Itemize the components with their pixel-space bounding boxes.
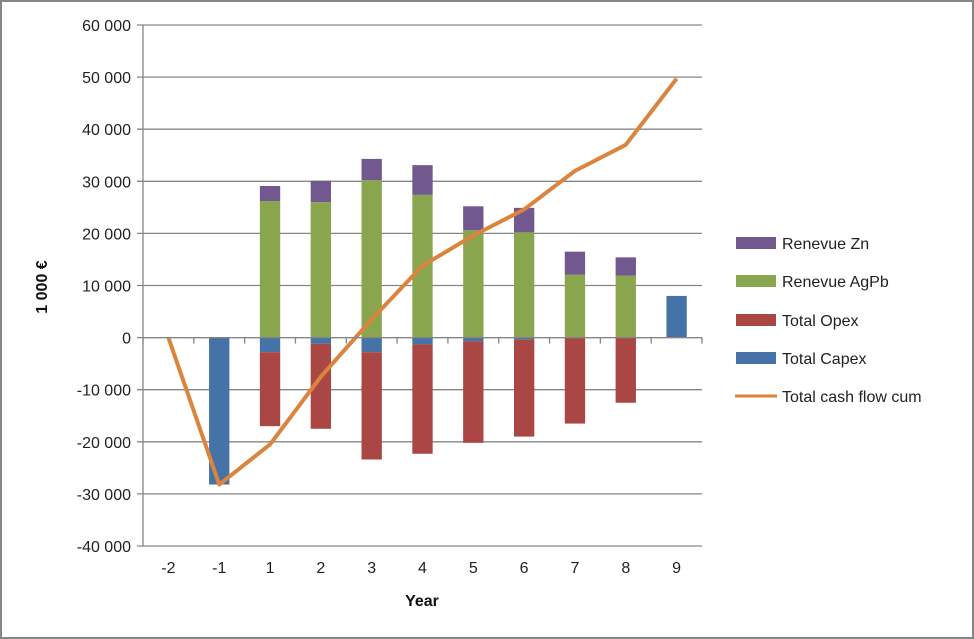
bar-renevue-zn-2 [310, 180, 332, 203]
x-tick-label: 2 [316, 560, 325, 577]
bar-total-capex-1 [259, 337, 281, 353]
bar-total-capex-9 [666, 295, 687, 338]
bar-renevue-zn-5 [463, 206, 484, 231]
bar-total-opex-4 [412, 344, 433, 454]
bar-total-opex-8 [615, 337, 636, 403]
x-tick-label: -2 [161, 560, 175, 577]
x-tick-label: 4 [418, 560, 427, 577]
y-tick-label: -40 000 [77, 539, 131, 556]
bar-renevue-zn-7 [564, 251, 586, 275]
legend-label: Renevue AgPb [782, 274, 889, 291]
y-tick-label: 0 [122, 331, 131, 348]
bar-total-opex-6 [513, 339, 535, 437]
bar-renevue-agpb-8 [615, 275, 636, 338]
x-tick-label: 1 [266, 560, 275, 577]
bar-renevue-zn-3 [361, 158, 382, 181]
x-tick-label: 5 [469, 560, 478, 577]
y-tick-label: 30 000 [82, 174, 131, 191]
x-tick-label: 3 [367, 560, 376, 577]
y-axis-ticks: 60 000 50 000 40 000 30 000 20 000 10 000 0 -10… [77, 18, 131, 556]
bar-renevue-agpb-5 [463, 230, 484, 338]
legend-label: Renevue Zn [782, 236, 869, 253]
legend-swatch-renevue-zn [736, 237, 776, 249]
x-tick-label: -1 [212, 560, 226, 577]
legend-swatch-total-capex [736, 352, 776, 364]
bar-renevue-agpb-1 [259, 201, 281, 338]
x-tick-label: 7 [571, 560, 580, 577]
y-tick-label: 50 000 [82, 70, 131, 87]
legend-label: Total cash flow cum [782, 389, 922, 406]
bar-total-opex-5 [463, 341, 484, 443]
x-tick-label: 9 [672, 560, 681, 577]
y-tick-label: 20 000 [82, 226, 131, 243]
bars [209, 158, 687, 485]
x-tick-label: 6 [520, 560, 529, 577]
y-tick-label: 40 000 [82, 122, 131, 139]
bar-total-opex-1 [259, 352, 281, 427]
legend-swatch-total-opex [736, 314, 776, 326]
y-axis-title: 1 000 € [34, 260, 51, 313]
legend-label: Total Capex [782, 351, 867, 368]
y-tick-label: -20 000 [77, 435, 131, 452]
y-tick-label: -10 000 [77, 383, 131, 400]
bar-total-opex-7 [564, 337, 586, 424]
bar-renevue-agpb-2 [310, 202, 332, 338]
bar-renevue-agpb-7 [564, 274, 586, 338]
bar-total-capex-4 [412, 337, 433, 345]
chart: 60 000 50 000 40 000 30 000 20 000 10 000 0 -10… [34, 18, 922, 610]
bar-renevue-agpb-6 [513, 232, 535, 338]
x-axis-ticks: -2 -1 1 2 3 4 5 6 7 8 9 [161, 560, 681, 577]
bar-total-capex-3 [361, 337, 382, 353]
x-tick-label: 8 [621, 560, 630, 577]
y-tick-label: 60 000 [82, 18, 131, 35]
bar-renevue-zn-1 [259, 185, 281, 202]
bar-renevue-zn-4 [412, 165, 433, 195]
bar-total-capex-2 [310, 337, 332, 344]
legend: Renevue Zn Renevue AgPb Total Opex Total Ca… [735, 236, 922, 406]
legend-label: Total Opex [782, 313, 858, 330]
bar-renevue-zn-8 [615, 257, 636, 276]
legend-swatch-renevue-agpb [736, 275, 776, 287]
x-axis-title: Year [405, 593, 439, 610]
y-tick-label: -30 000 [77, 487, 131, 504]
y-tick-label: 10 000 [82, 279, 131, 296]
bar-total-opex-3 [361, 352, 382, 460]
